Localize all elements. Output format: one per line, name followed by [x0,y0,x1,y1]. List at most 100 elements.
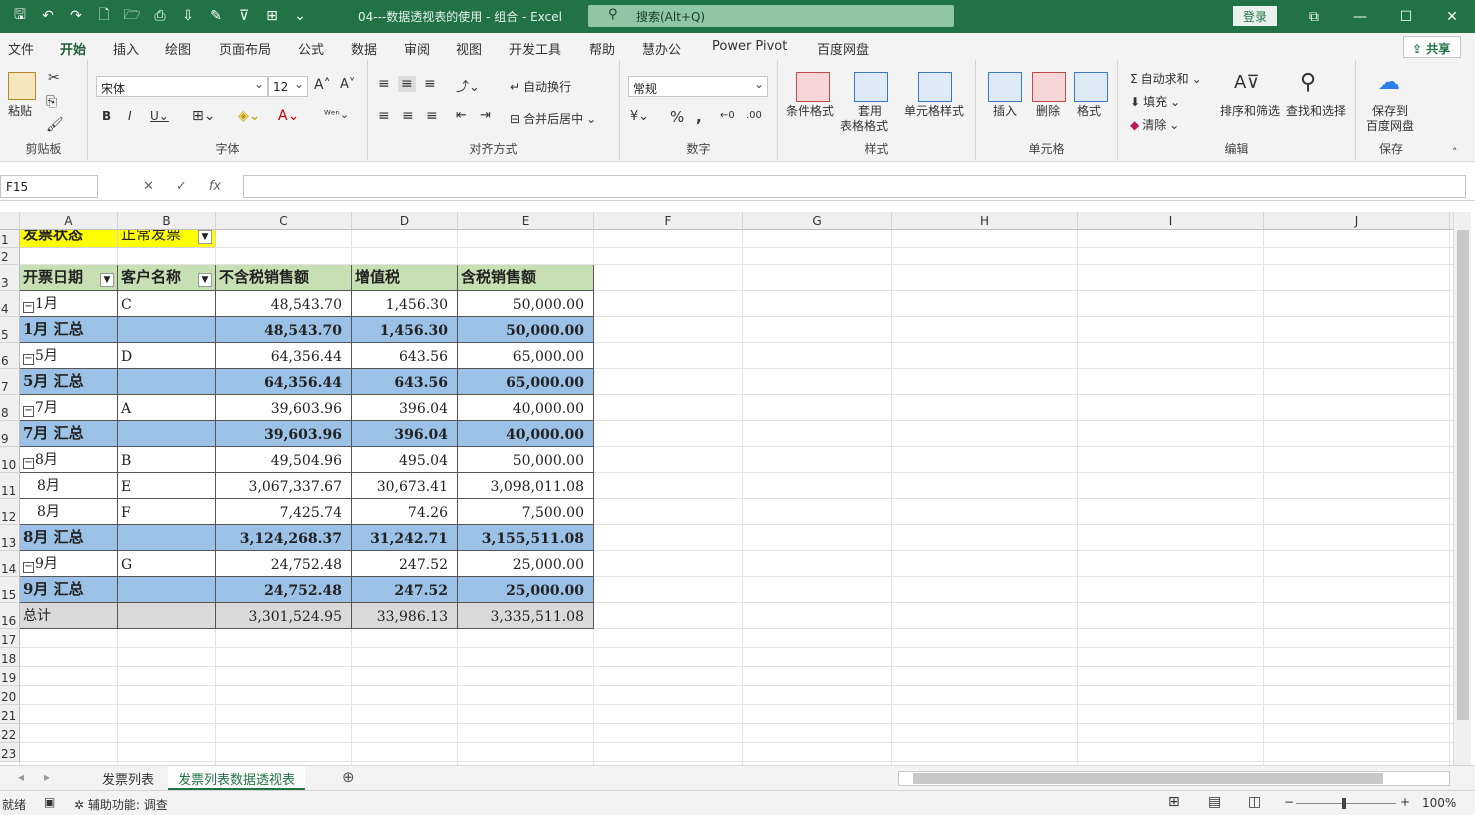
row-header-19[interactable]: 19 [0,667,20,686]
tab-data[interactable]: 数据 [351,39,377,58]
share-button[interactable]: ⇪ 共享 [1403,36,1461,58]
cut-icon[interactable]: ✂ [48,70,60,86]
pivot-row-label[interactable]: −5月 [20,343,118,369]
find-select-icon[interactable]: ⚲ [1300,70,1316,95]
row-header-16[interactable]: 16 [0,603,20,629]
row-header-3[interactable]: 3 [0,265,20,291]
clear-button[interactable]: ◆ 清除 ⌄ [1130,116,1179,133]
enter-icon[interactable]: ✓ [176,179,187,194]
autosum-button[interactable]: Σ 自动求和 ⌄ [1130,70,1202,87]
row-header-21[interactable]: 21 [0,705,20,724]
pivot-header-1[interactable]: 开票日期 ▼ [20,265,118,291]
row-header-4[interactable]: 4 [0,291,20,317]
format-painter-icon[interactable]: 🖌 [46,117,64,133]
align-right-icon[interactable]: ≡ [426,108,438,124]
prev-sheet-icon[interactable]: ◂ [18,770,24,784]
row-header-1[interactable]: 1 [0,230,20,248]
paste-icon[interactable] [8,72,36,100]
column-header-e[interactable]: E [458,212,594,230]
filter-icon[interactable]: ⊽ [232,6,256,26]
cancel-icon[interactable]: ✕ [143,179,154,194]
font-color-icon[interactable]: A⌄ [278,108,299,124]
pivot-row-label[interactable]: 8月 [20,473,118,499]
phonetic-icon[interactable]: ᵂᵉⁿ⌄ [324,108,349,121]
pivot-row-label[interactable]: −9月 [20,551,118,577]
tab-huibangong[interactable]: 慧办公 [642,39,681,58]
cell-style-icon[interactable] [918,72,952,102]
row-header-20[interactable]: 20 [0,686,20,705]
page-break-view-icon[interactable]: ◫ [1248,794,1261,810]
table-format-label1[interactable]: 套用 [858,104,882,119]
vertical-scroll-thumb[interactable] [1457,230,1469,720]
currency-icon[interactable]: ¥⌄ [630,109,649,124]
conditional-format-label[interactable]: 条件格式 [786,104,834,119]
accessibility-status[interactable]: ✲ 辅助功能: 调查 [74,796,168,813]
delete-cells-label[interactable]: 删除 [1036,104,1060,119]
customize-icon[interactable]: ⌄ [288,6,312,26]
vertical-scrollbar[interactable] [1453,212,1471,765]
row-header-23[interactable]: 23 [0,743,20,762]
find-select-label[interactable]: 查找和选择 [1286,104,1346,119]
font-size-select[interactable]: 12 [268,76,308,97]
font-name-select[interactable]: 宋体 [96,76,268,97]
zoom-in-icon[interactable]: + [1400,795,1410,809]
collapse-ribbon-icon[interactable]: ˄ [1452,146,1458,159]
collapse-icon[interactable]: − [23,458,34,469]
borders-icon[interactable]: ⊞⌄ [192,108,215,124]
align-middle-icon[interactable]: ≡ [398,76,416,92]
fill-button[interactable]: ⬇ 填充 ⌄ [1130,93,1180,110]
open-icon[interactable]: 🗁 [120,6,144,26]
bold-button[interactable]: B [102,109,111,123]
add-sheet-icon[interactable]: ⊕ [342,768,355,786]
collapse-icon[interactable]: − [23,302,34,313]
row-header-2[interactable]: 2 [0,248,20,265]
row-header-15[interactable]: 15 [0,577,20,603]
filter-value-cell[interactable]: 正常发票 ▼ [118,230,216,248]
column-header-f[interactable]: F [594,212,743,230]
tab-power-pivot[interactable]: Power Pivot [712,39,787,54]
conditional-format-icon[interactable] [796,72,830,102]
column-header-c[interactable]: C [216,212,352,230]
name-box[interactable]: F15 [0,175,98,198]
row-header-17[interactable]: 17 [0,629,20,648]
next-sheet-icon[interactable]: ▸ [44,770,50,784]
collapse-icon[interactable]: − [23,354,34,365]
field-dropdown-icon[interactable]: ▼ [198,273,212,287]
save-label2[interactable]: 百度网盘 [1366,119,1414,134]
undo-icon[interactable]: ↶ [36,6,60,26]
tab-draw[interactable]: 绘图 [165,39,191,58]
row-header-8[interactable]: 8 [0,395,20,421]
new-file-icon[interactable]: 🗋 [92,6,116,26]
pivot-row-label[interactable]: −1月 [20,291,118,317]
zoom-level[interactable]: 100% [1422,796,1456,810]
macro-record-icon[interactable]: ▣ [44,795,55,809]
percent-icon[interactable]: % [670,108,684,126]
close-icon[interactable]: ✕ [1429,0,1475,33]
search-box[interactable]: ⚲ 搜索(Alt+Q) [588,5,954,27]
zoom-slider[interactable] [1296,798,1396,809]
baidu-cloud-icon[interactable]: ☁ [1378,70,1400,95]
worksheet-grid[interactable]: ABCDEFGHIJK12345678910111213141516171819… [0,212,1453,765]
tab-view[interactable]: 视图 [456,39,482,58]
row-header-18[interactable]: 18 [0,648,20,667]
ribbon-display-icon[interactable]: ⧉ [1291,0,1337,33]
decrease-decimal-icon[interactable]: .00 [746,110,762,121]
wrap-text-button[interactable]: ↵ 自动换行 [510,78,571,95]
grow-font-icon[interactable]: A˄ [314,77,331,93]
save-icon[interactable]: 🖫 [8,6,32,26]
table-format-label2[interactable]: 表格格式 [840,119,888,134]
align-center-icon[interactable]: ≡ [402,108,414,124]
decrease-indent-icon[interactable]: ⇤ [456,108,467,123]
increase-indent-icon[interactable]: ⇥ [480,108,491,123]
row-header-12[interactable]: 12 [0,499,20,525]
tab-baidu-netdisk[interactable]: 百度网盘 [817,39,869,58]
format-cells-icon[interactable] [1074,72,1108,102]
cell-style-label[interactable]: 单元格样式 [904,104,964,119]
collapse-icon[interactable]: − [23,562,34,573]
merge-center-button[interactable]: ⊟ 合并后居中 ⌄ [510,110,596,127]
row-header-14[interactable]: 14 [0,551,20,577]
row-header-6[interactable]: 6 [0,343,20,369]
row-header-9[interactable]: 9 [0,421,20,447]
column-header-h[interactable]: H [892,212,1078,230]
formula-input[interactable] [243,175,1466,198]
